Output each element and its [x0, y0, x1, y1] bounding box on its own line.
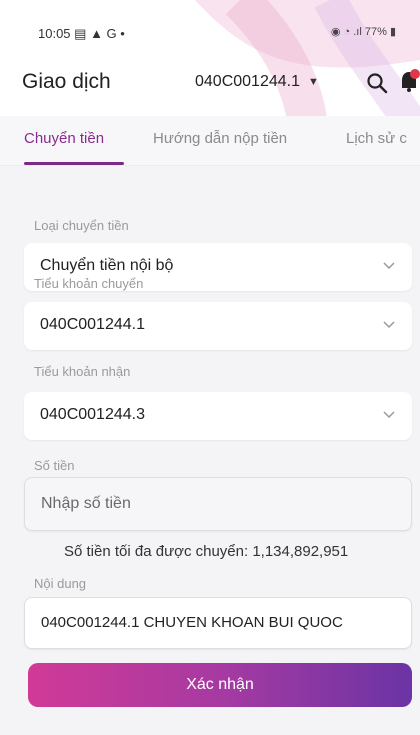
chevron-down-icon	[383, 411, 395, 419]
status-bar: 10:05 ▤ ▲ G • ◉ ◔ .ıl 77% ▮	[0, 0, 420, 60]
status-time: 10:05 ▤ ▲ G •	[38, 26, 125, 41]
content-value: 040C001244.1 CHUYEN KHOAN BUI QUOC	[41, 614, 343, 631]
content-label: Nội dung	[34, 576, 87, 591]
amount-label: Số tiền	[34, 458, 75, 473]
tab-transfer[interactable]: Chuyển tiền	[24, 130, 104, 147]
account-selector[interactable]: 040C001244.1 ▼	[195, 73, 319, 91]
bell-icon[interactable]	[398, 68, 420, 94]
amount-input[interactable]: Nhập số tiền	[24, 477, 412, 531]
account-number: 040C001244.1	[195, 73, 300, 90]
from-account-value: 040C001244.1	[40, 316, 145, 333]
max-transfer-note: Số tiền tối đa được chuyển: 1,134,892,95…	[64, 543, 349, 560]
from-account-label: Tiểu khoản chuyển	[34, 276, 144, 291]
chevron-down-icon	[383, 262, 395, 270]
tab-bar: Chuyển tiền Hướng dẫn nộp tiền Lịch sử c	[0, 116, 420, 166]
caret-down-icon: ▼	[307, 76, 319, 88]
transfer-type-value: Chuyển tiền nội bộ	[40, 257, 174, 274]
tab-deposit-guide[interactable]: Hướng dẫn nộp tiền	[153, 130, 287, 147]
tab-history[interactable]: Lịch sử c	[346, 130, 407, 147]
amount-placeholder: Nhập số tiền	[41, 495, 131, 512]
app-header: Giao dịch 040C001244.1 ▼	[0, 60, 420, 108]
page-title: Giao dịch	[22, 70, 111, 93]
transfer-form: Loại chuyển tiền Chuyển tiền nội bộ Tiểu…	[0, 166, 420, 735]
from-account-select[interactable]: 040C001244.1	[24, 302, 412, 350]
chevron-down-icon	[383, 321, 395, 329]
search-icon[interactable]	[366, 72, 388, 94]
to-account-select[interactable]: 040C001244.3	[24, 392, 412, 440]
to-account-value: 040C001244.3	[40, 406, 145, 423]
submit-button[interactable]: Xác nhận	[28, 663, 412, 707]
transfer-type-label: Loại chuyển tiền	[34, 218, 129, 233]
content-input[interactable]: 040C001244.1 CHUYEN KHOAN BUI QUOC	[24, 597, 412, 649]
to-account-label: Tiểu khoản nhận	[34, 364, 131, 379]
active-tab-indicator	[24, 162, 124, 165]
status-battery: ◉ ◔ .ıl 77% ▮	[330, 26, 396, 38]
